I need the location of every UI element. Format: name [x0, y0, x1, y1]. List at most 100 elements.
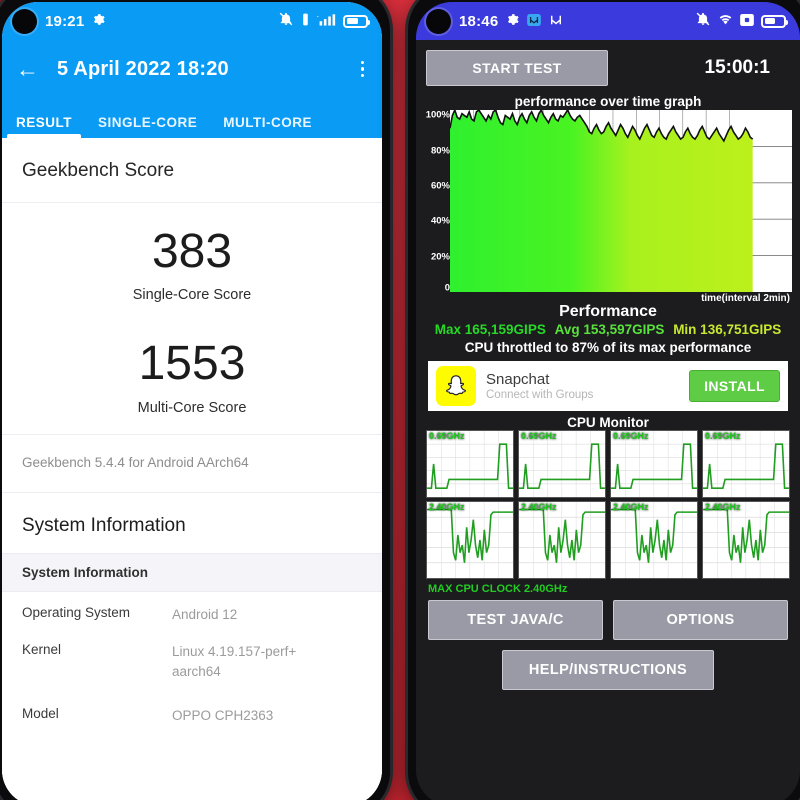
battery-icon	[343, 14, 370, 28]
cpu-core-column: 0.69GHz 2.40GHz	[518, 430, 606, 582]
options-button[interactable]: OPTIONS	[613, 600, 788, 640]
tab-result[interactable]: RESULT	[7, 115, 81, 138]
snapchat-ghost-icon	[436, 366, 476, 406]
performance-over-time-graph: 100% 80% 60% 40% 20% 0	[424, 109, 792, 294]
cpu-core-min-freq: 0.69GHz	[521, 431, 557, 441]
row-value: OPPO CPH2363	[172, 707, 274, 723]
ad-subtitle: Connect with Groups	[486, 389, 594, 402]
screen-left: 19:21 · ← 5 April 2022 18:20 RESULT SING…	[2, 2, 382, 800]
graph-y-axis: 100% 80% 60% 40% 20% 0	[424, 109, 450, 294]
cpu-core-lower-chart: 2.40GHz	[702, 501, 790, 579]
test-control-row: START TEST 15:00:1	[424, 46, 792, 94]
geekbench-tabs: RESULT SINGLE-CORE MULTI-CORE	[2, 98, 382, 138]
cpu-core-upper-chart: 0.69GHz	[426, 430, 514, 498]
status-bar-left-group: 19:21	[12, 8, 105, 34]
vibrate-icon	[301, 13, 310, 30]
single-core-score-block: 383 Single-Core Score	[2, 203, 382, 321]
stat-max: Max 165,159GIPS	[434, 322, 546, 337]
performance-area-chart	[450, 110, 792, 292]
cpu-core-column: 0.69GHz 2.40GHz	[702, 430, 790, 582]
cpu-core-lower-chart: 2.40GHz	[426, 501, 514, 579]
geekbench-content: Geekbench Score 383 Single-Core Score 15…	[2, 138, 382, 800]
cpu-core-min-freq: 0.69GHz	[705, 431, 741, 441]
cpu-core-lower-chart: 2.40GHz	[518, 501, 606, 579]
max-cpu-clock-label: MAX CPU CLOCK 2.40GHz	[428, 583, 568, 595]
cpu-core-min-freq: 0.69GHz	[429, 431, 465, 441]
status-bar-right-group	[695, 12, 788, 30]
cpu-core-min-freq: 0.69GHz	[613, 431, 649, 441]
bottom-button-area: TEST JAVA/C OPTIONS HELP/INSTRUCTIONS	[424, 598, 792, 690]
punch-hole-camera-icon	[426, 8, 451, 34]
geekbench-app-bar: ← 5 April 2022 18:20	[2, 40, 382, 98]
cpu-core-column: 0.69GHz 2.40GHz	[610, 430, 698, 582]
battery-icon	[761, 14, 788, 28]
y-tick-40: 40%	[430, 215, 450, 227]
cpu-core-max-freq: 2.40GHz	[429, 502, 465, 512]
geekbench-score-title: Geekbench Score	[2, 138, 382, 203]
graph-plot-area	[450, 110, 792, 292]
status-bar-right: 18:46	[416, 2, 800, 40]
status-bar-left-group: 18:46	[426, 8, 563, 34]
geekbench-header: ← 5 April 2022 18:20 RESULT SINGLE-CORE …	[2, 40, 382, 138]
button-row-secondary: HELP/INSTRUCTIONS	[428, 650, 788, 690]
ad-banner[interactable]: Snapchat Connect with Groups INSTALL	[428, 361, 788, 411]
performance-graph-title: performance over time graph	[514, 94, 702, 109]
settings-gear-icon	[506, 13, 519, 30]
app-icon-blue	[527, 13, 542, 30]
overflow-menu-icon[interactable]	[357, 57, 369, 82]
test-java-c-button[interactable]: TEST JAVA/C	[428, 600, 603, 640]
svg-text:·: ·	[317, 14, 319, 20]
multi-core-score-label: Multi-Core Score	[137, 399, 247, 416]
cpu-core-upper-chart: 0.69GHz	[610, 430, 698, 498]
geekbench-version-line: Geekbench 5.4.4 for Android AArch64	[2, 433, 382, 493]
punch-hole-camera-icon	[12, 8, 37, 34]
ad-title: Snapchat	[486, 370, 550, 388]
cpu-monitor-heading: CPU Monitor	[567, 415, 649, 430]
row-value: Linux 4.19.157-perf+ aarch64	[172, 644, 297, 680]
cpu-core-max-freq: 2.40GHz	[521, 502, 557, 512]
status-bar-left: 19:21 ·	[2, 2, 382, 40]
cpu-core-max-freq: 2.40GHz	[705, 502, 741, 512]
sim-icon	[740, 13, 754, 30]
y-tick-100: 100%	[425, 109, 450, 121]
help-instructions-button[interactable]: HELP/INSTRUCTIONS	[502, 650, 714, 690]
phone-left: 19:21 · ← 5 April 2022 18:20 RESULT SING…	[0, 0, 390, 800]
performance-heading: Performance	[559, 303, 657, 320]
performance-stats: Max 165,159GIPS Avg 153,597GIPS Min 136,…	[424, 322, 792, 337]
system-information-heading: System Information	[22, 514, 186, 536]
y-tick-80: 80%	[430, 145, 450, 157]
y-tick-60: 60%	[430, 180, 450, 192]
row-key: Model	[22, 705, 59, 721]
back-button[interactable]: ←	[16, 57, 39, 81]
page-title: 5 April 2022 18:20	[57, 57, 229, 80]
single-core-score-label: Single-Core Score	[132, 287, 252, 304]
cpu-core-max-freq: 2.40GHz	[613, 502, 649, 512]
multi-core-score-block: 1553 Multi-Core Score	[2, 321, 382, 433]
cpu-core-upper-chart: 0.69GHz	[702, 430, 790, 498]
row-value: Android 12	[172, 606, 238, 622]
cpu-core-column: 0.69GHz 2.40GHz	[426, 430, 514, 582]
throttling-test-content: START TEST 15:00:1 performance over time…	[416, 40, 800, 800]
row-key: Operating System	[22, 604, 131, 620]
test-timer: 15:00:1	[704, 57, 771, 78]
tab-multi-core[interactable]: MULTI-CORE	[223, 115, 312, 138]
stat-avg: Avg 153,597GIPS	[554, 322, 665, 337]
bell-off-icon	[278, 12, 294, 30]
throttle-message: CPU throttled to 87% of its max performa…	[464, 340, 752, 355]
y-tick-20: 20%	[430, 251, 450, 263]
table-row: Operating System Android 12	[2, 592, 382, 629]
wifi-icon	[718, 13, 733, 30]
app-icon-dark	[549, 13, 563, 30]
single-core-score-value: 383	[151, 225, 233, 278]
cpu-core-lower-chart: 2.40GHz	[610, 501, 698, 579]
start-test-button[interactable]: START TEST	[426, 50, 608, 86]
system-information-subheading: System Information	[2, 552, 382, 592]
settings-gear-icon	[92, 13, 105, 30]
signal-bars-icon: ·	[317, 13, 336, 30]
phone-right: 18:46 START TEST 15:00:1 performance ove…	[408, 0, 800, 800]
bell-off-icon	[695, 12, 711, 30]
ad-text: Snapchat Connect with Groups	[486, 371, 679, 401]
stat-min: Min 136,751GIPS	[673, 322, 782, 337]
tab-single-core[interactable]: SINGLE-CORE	[98, 115, 197, 138]
install-button[interactable]: INSTALL	[689, 370, 780, 402]
